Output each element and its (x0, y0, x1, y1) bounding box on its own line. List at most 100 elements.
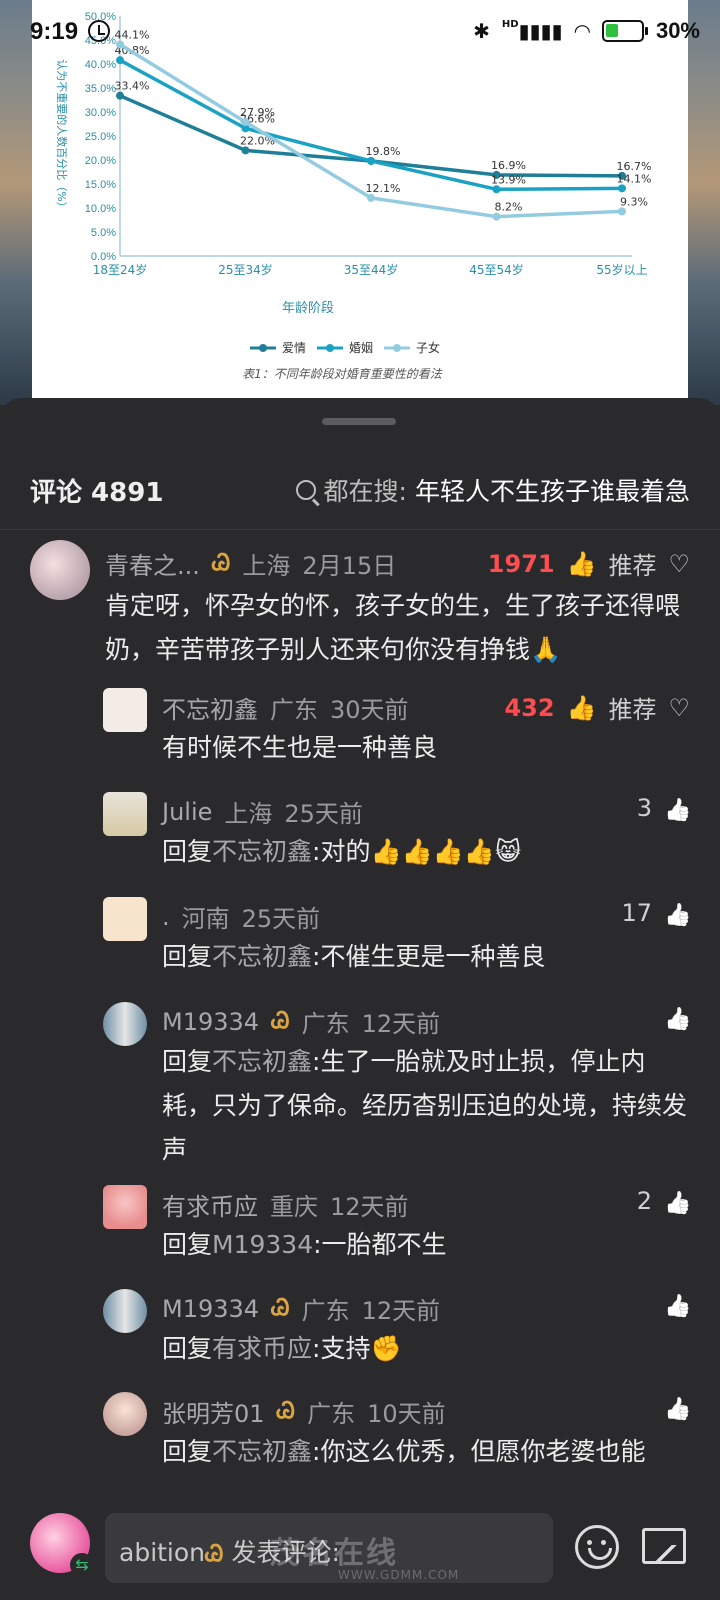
like-count: 3 (636, 794, 652, 822)
thumbs-up-icon[interactable] (664, 1394, 690, 1420)
timestamp: 10天前 (367, 1400, 446, 1428)
comment-header: 评论 4891 都在搜: 年轻人不生孩子谁最着急 (0, 458, 720, 530)
avatar[interactable] (103, 792, 147, 836)
username[interactable]: 不忘初鑫 (162, 690, 258, 725)
comment-text: 回复有求币应:支持✊ (162, 1334, 402, 1363)
x-tick-label: 35至44岁 (344, 262, 399, 277)
vip-badge-icon: Ꮚ (271, 1009, 290, 1034)
status-icons: ✱ HD▮▮▮▮ ◠ 30% (473, 18, 700, 44)
x-axis-title: 年龄阶段 (282, 301, 334, 316)
recommend-label[interactable]: 推荐 (608, 546, 656, 581)
comment-meta: M19334 Ꮚ 广东 12天前 (162, 1291, 440, 1326)
heart-icon[interactable]: ♡ (668, 550, 690, 578)
y-axis-title: 认为不重要的人数百分比（%） (55, 59, 69, 212)
legend-label: 爱情 (282, 341, 306, 355)
thumbs-up-icon[interactable]: 👍 (567, 694, 597, 722)
reply-target[interactable]: 不忘初鑫 (212, 942, 312, 971)
y-tick-label: 20.0% (85, 155, 116, 167)
thumbs-up-icon[interactable] (664, 1004, 690, 1030)
username[interactable]: 张明芳01 (162, 1394, 265, 1429)
thumbs-up-icon[interactable] (664, 795, 690, 821)
battery-icon (601, 20, 648, 42)
comment-meta: 有求币应 重庆 12天前 (162, 1187, 409, 1222)
timestamp: 12天前 (330, 1193, 409, 1221)
data-point (618, 207, 626, 216)
comment-text: 回复M19334:一胎都不生 (162, 1230, 447, 1259)
timestamp: 12天前 (361, 1010, 441, 1038)
location: 河南 (181, 905, 230, 933)
location: 广东 (301, 1297, 350, 1325)
avatar[interactable] (103, 688, 147, 732)
input-username: abition (119, 1538, 206, 1567)
comment-text: 回复不忘初鑫:对的👍👍👍👍😸 (162, 837, 522, 866)
comment-text: 肯定呀，怀孕女的怀，孩子女的生，生了孩子还得喂奶，辛苦带孩子别人还来句你没有挣钱… (105, 591, 681, 664)
data-label: 33.4% (115, 80, 150, 93)
heart-icon[interactable]: ♡ (668, 694, 690, 722)
trend-topic[interactable]: 年轻人不生孩子谁最着急 (415, 472, 690, 508)
wifi-icon: ◠ (574, 19, 590, 43)
location: 重庆 (270, 1193, 318, 1221)
comment-actions (652, 1291, 690, 1317)
like-count: 432 (504, 693, 555, 722)
trend-label: 都在搜: (323, 477, 407, 506)
reply-target[interactable]: 不忘初鑫 (212, 1437, 312, 1466)
comment-meta: 青春之... Ꮚ 上海 2月15日 (105, 546, 396, 581)
username[interactable]: M19334 (162, 1295, 259, 1323)
y-tick-label: 10.0% (85, 203, 116, 215)
username[interactable]: Julie (162, 798, 212, 826)
data-point (618, 184, 626, 193)
location: 上海 (224, 800, 273, 828)
thumbs-up-icon[interactable]: 👍 (567, 550, 597, 578)
search-icon (295, 480, 316, 500)
y-tick-label: 0.0% (91, 251, 116, 263)
like-count: 2 (636, 1187, 652, 1215)
username[interactable]: 青春之... (105, 546, 200, 581)
data-label: 19.8% (366, 145, 401, 158)
reply-target[interactable]: 不忘初鑫 (212, 1047, 312, 1076)
username[interactable]: . (162, 903, 170, 931)
comment-actions: 17 (621, 899, 690, 927)
image-icon[interactable] (642, 1528, 686, 1564)
timestamp: 30天前 (330, 696, 409, 724)
signal-icon: HD▮▮▮▮ (501, 19, 563, 43)
y-tick-label: 35.0% (85, 83, 116, 95)
avatar[interactable] (103, 1002, 147, 1046)
x-tick-label: 18至24岁 (93, 262, 148, 277)
avatar[interactable] (103, 1185, 147, 1229)
avatar[interactable] (103, 1289, 147, 1333)
legend-marker (259, 344, 267, 352)
trending-search[interactable]: 都在搜: 年轻人不生孩子谁最着急 (295, 472, 690, 508)
data-label: 27.9% (240, 106, 275, 119)
avatar[interactable] (103, 1392, 147, 1436)
data-point (367, 193, 375, 202)
comment-text: 回复不忘初鑫:生了一胎就及时止损，停止内耗，只为了保命。经历杳别压迫的处境，持续… (162, 1047, 688, 1164)
emoji-icon[interactable] (575, 1525, 619, 1569)
thumbs-up-icon[interactable] (664, 1188, 690, 1214)
comment-actions (652, 1004, 690, 1030)
watermark-url: WWW.GDMM.COM (338, 1568, 460, 1582)
y-tick-label: 30.0% (85, 107, 116, 119)
location: 上海 (242, 552, 291, 580)
reply-target[interactable]: 有求币应 (212, 1334, 312, 1363)
reply-target[interactable]: M19334 (212, 1230, 313, 1259)
username[interactable]: 有求币应 (162, 1187, 258, 1222)
y-tick-label: 5.0% (91, 227, 116, 239)
avatar[interactable] (30, 540, 90, 600)
thumbs-up-icon[interactable] (664, 900, 690, 926)
location: 广东 (307, 1400, 356, 1428)
avatar[interactable] (103, 897, 147, 941)
like-count: 17 (621, 899, 652, 927)
data-point (116, 91, 124, 100)
username[interactable]: M19334 (162, 1008, 259, 1036)
comment-meta: . 河南 25天前 (162, 899, 320, 934)
drag-handle[interactable] (322, 418, 396, 425)
data-point (367, 156, 375, 165)
comment-meta: 不忘初鑫 广东 30天前 (162, 690, 409, 725)
switch-account-icon[interactable]: ⇆ (70, 1553, 94, 1577)
recommend-label[interactable]: 推荐 (608, 690, 656, 725)
x-tick-label: 55岁以上 (596, 262, 647, 277)
reply-target[interactable]: 不忘初鑫 (212, 837, 312, 866)
thumbs-up-icon[interactable] (664, 1291, 690, 1317)
status-time: 9:19 (30, 18, 79, 45)
comment-meta: M19334 Ꮚ 广东 12天前 (162, 1004, 440, 1039)
